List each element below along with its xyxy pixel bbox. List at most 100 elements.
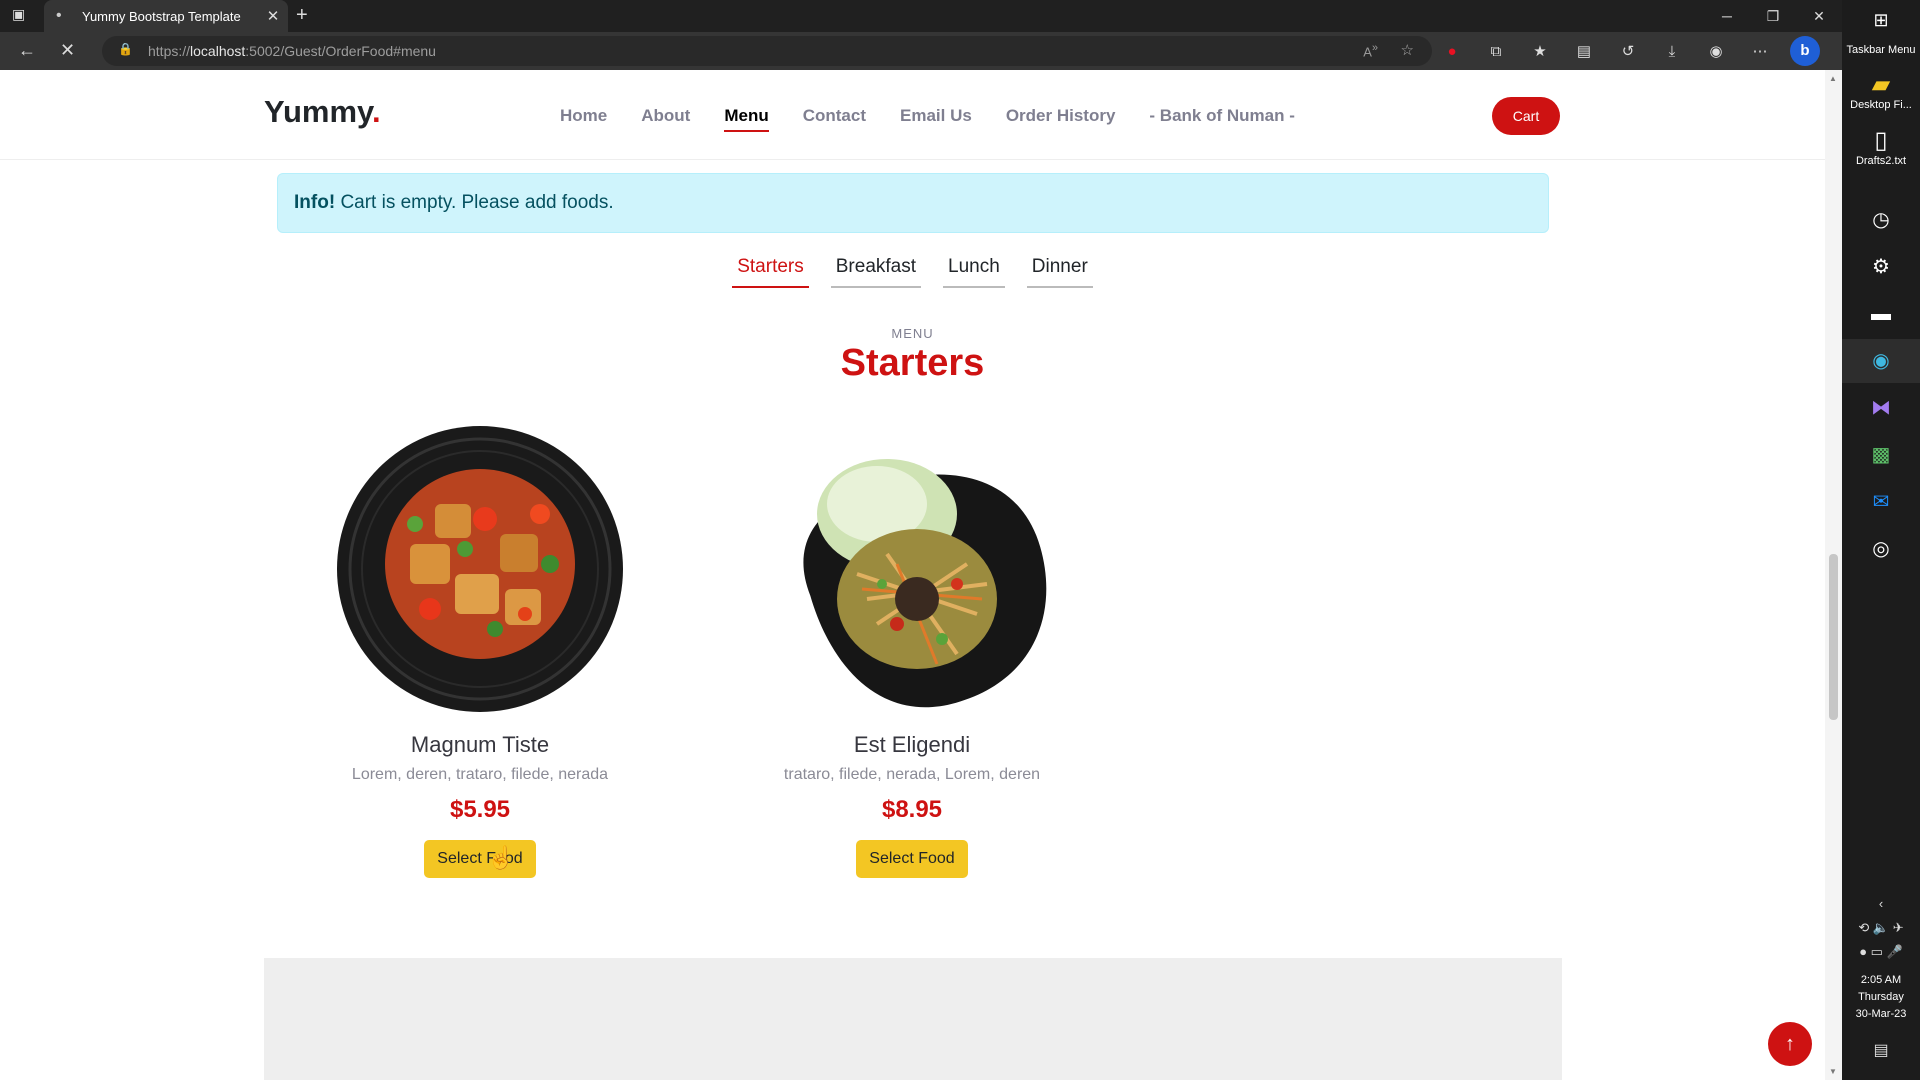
section-subtitle: MENU: [891, 326, 934, 341]
select-food-button[interactable]: Select Food: [856, 840, 968, 878]
nav-contact[interactable]: Contact: [803, 106, 866, 132]
tray-icons-row-2[interactable]: ● ▭ 🎤: [1842, 940, 1920, 964]
favorites-icon[interactable]: ★: [1518, 42, 1562, 60]
visual-studio-icon[interactable]: ⧓: [1842, 386, 1920, 430]
text-file-icon: ▯: [1874, 127, 1888, 154]
scrollbar-thumb[interactable]: [1829, 554, 1838, 720]
windows-taskbar: ⊞ Taskbar Menu ▰ Desktop Fi... ▯ Drafts2…: [1842, 0, 1920, 1080]
close-window-icon[interactable]: ✕: [1796, 0, 1842, 32]
section-title: Starters: [840, 342, 985, 384]
edge-browser-icon[interactable]: ◉: [1842, 339, 1920, 383]
drafts-file[interactable]: ▯ Drafts2.txt: [1842, 126, 1920, 167]
logo-text: Yummy: [264, 94, 372, 129]
address-bar: ← ✕ 🔒 https://localhost:5002/Guest/Order…: [0, 32, 1842, 70]
food-image[interactable]: [335, 424, 625, 714]
browser-tab[interactable]: • Yummy Bootstrap Template ✕: [44, 0, 288, 32]
url-field[interactable]: 🔒 https://localhost:5002/Guest/OrderFood…: [102, 36, 1432, 66]
site-logo[interactable]: Yummy.: [264, 94, 381, 130]
scroll-top-arrow-up-icon[interactable]: ↑: [1768, 1022, 1812, 1066]
more-menu-icon[interactable]: ⋯: [1738, 42, 1782, 60]
clock-time: 2:05 AM: [1860, 974, 1902, 986]
nav-order-history[interactable]: Order History: [1006, 106, 1116, 132]
mail-icon[interactable]: ✉: [1842, 480, 1920, 524]
edge-glyph: ◉: [1872, 350, 1890, 372]
menu-tabs: Starters Breakfast Lunch Dinner: [0, 256, 1825, 288]
url-text: https://localhost:5002/Guest/OrderFood#m…: [148, 43, 436, 59]
url-host: localhost: [190, 43, 246, 59]
scroll-up-icon[interactable]: ▲: [1829, 74, 1837, 83]
select-food-button[interactable]: Select Food: [424, 840, 536, 878]
info-alert: Info! Cart is empty. Please add foods.: [277, 173, 1549, 233]
collections-icon[interactable]: ▤: [1562, 42, 1606, 60]
food-name: Est Eligendi: [853, 732, 971, 757]
main-nav: Home About Menu Contact Email Us Order H…: [560, 106, 1329, 132]
food-bowl-image: [337, 426, 623, 712]
scroll-down-icon[interactable]: ▼: [1829, 1067, 1837, 1076]
logo-dot: .: [371, 94, 381, 129]
desktop-folder-label: Desktop Fi...: [1850, 99, 1912, 111]
taskbar-clock[interactable]: 2:05 AM Thursday 30-Mar-23: [1842, 972, 1920, 1023]
nav-menu[interactable]: Menu: [724, 106, 770, 132]
clock-app-icon[interactable]: ◷: [1842, 198, 1920, 242]
desktop-folder[interactable]: ▰ Desktop Fi...: [1842, 70, 1920, 111]
drafts-file-label: Drafts2.txt: [1855, 155, 1907, 167]
nav-bank-of-numan[interactable]: - Bank of Numan -: [1149, 106, 1294, 132]
url-path: :5002/Guest/OrderFood#menu: [245, 43, 436, 59]
food-ingredients: Lorem, deren, trataro, filede, nerada: [351, 766, 609, 783]
nav-about[interactable]: About: [641, 106, 690, 132]
tab-dinner[interactable]: Dinner: [1026, 256, 1093, 288]
minimize-icon[interactable]: ─: [1704, 0, 1750, 32]
folder-icon: ▰: [1871, 71, 1891, 98]
lock-icon[interactable]: 🔒: [118, 42, 133, 56]
tab-starters[interactable]: Starters: [732, 256, 809, 288]
clock-day: Thursday: [1858, 991, 1904, 1003]
downloads-icon[interactable]: ⤓: [1650, 43, 1694, 60]
browser-tab-bar: ▣ • Yummy Bootstrap Template ✕ + ─ ❐ ✕: [0, 0, 1842, 32]
page-scrollbar[interactable]: ▲ ▼: [1825, 70, 1842, 1080]
alert-strong: Info!: [294, 192, 336, 213]
food-price: $8.95: [881, 796, 943, 823]
food-name: Magnum Tiste: [410, 732, 550, 757]
food-image[interactable]: [767, 424, 1057, 714]
alert-text: Cart is empty. Please add foods.: [340, 192, 614, 213]
notification-icon[interactable]: ▤: [1842, 1040, 1920, 1060]
tab-title: Yummy Bootstrap Template: [82, 8, 241, 24]
bing-chat-icon[interactable]: b: [1790, 36, 1820, 66]
new-tab-icon[interactable]: +: [296, 4, 308, 27]
food-price: $5.95: [449, 796, 511, 823]
food-ingredients: trataro, filede, nerada, Lorem, deren: [783, 766, 1041, 783]
recorder-app-icon[interactable]: ◎: [1842, 527, 1920, 571]
food-card: Est Eligendi trataro, filede, nerada, Lo…: [762, 424, 1062, 878]
tab-actions-icon[interactable]: ▣: [12, 6, 25, 23]
windows-start-icon[interactable]: ⊞: [1842, 10, 1920, 31]
close-tab-icon[interactable]: ✕: [258, 7, 288, 25]
food-card: Magnum Tiste Lorem, deren, trataro, file…: [330, 424, 630, 878]
add-favorite-icon[interactable]: ☆: [1401, 41, 1414, 59]
url-prefix: https://: [148, 43, 191, 59]
window-controls: ─ ❐ ✕: [1704, 0, 1842, 32]
stop-loading-icon[interactable]: ✕: [60, 40, 75, 61]
extensions-icon[interactable]: ⧉: [1474, 43, 1518, 60]
read-aloud-icon[interactable]: A»: [1363, 42, 1378, 59]
tab-breakfast[interactable]: Breakfast: [830, 256, 922, 288]
content-panel: [264, 958, 1562, 1080]
terminal-app-icon[interactable]: ▬: [1842, 292, 1920, 336]
settings-gear-icon[interactable]: ⚙: [1842, 245, 1920, 289]
tab-lunch[interactable]: Lunch: [943, 256, 1005, 288]
food-plate-image: [803, 459, 1047, 708]
taskbar-menu-label[interactable]: Taskbar Menu: [1842, 44, 1920, 56]
page-viewport: Yummy. Home About Menu Contact Email Us …: [0, 70, 1825, 1080]
extension-icon[interactable]: ●: [1430, 43, 1474, 60]
back-arrow-icon[interactable]: ←: [18, 40, 36, 61]
sticky-app-icon[interactable]: ▩: [1842, 433, 1920, 477]
tray-expand-chevron-icon[interactable]: ‹: [1842, 892, 1920, 916]
restore-icon[interactable]: ❐: [1750, 0, 1796, 32]
hand-cursor-icon: ☝: [487, 845, 515, 870]
cart-button[interactable]: Cart: [1492, 97, 1560, 135]
nav-email-us[interactable]: Email Us: [900, 106, 972, 132]
profile-avatar-icon[interactable]: ◉: [1694, 42, 1738, 60]
tray-icons-row-1[interactable]: ⟲ 🔈 ✈: [1842, 916, 1920, 940]
nav-home[interactable]: Home: [560, 106, 607, 132]
history-icon[interactable]: ↺: [1606, 42, 1650, 60]
browser-toolbar: ● ⧉ ★ ▤ ↺ ⤓ ◉ ⋯ b: [1430, 32, 1820, 70]
